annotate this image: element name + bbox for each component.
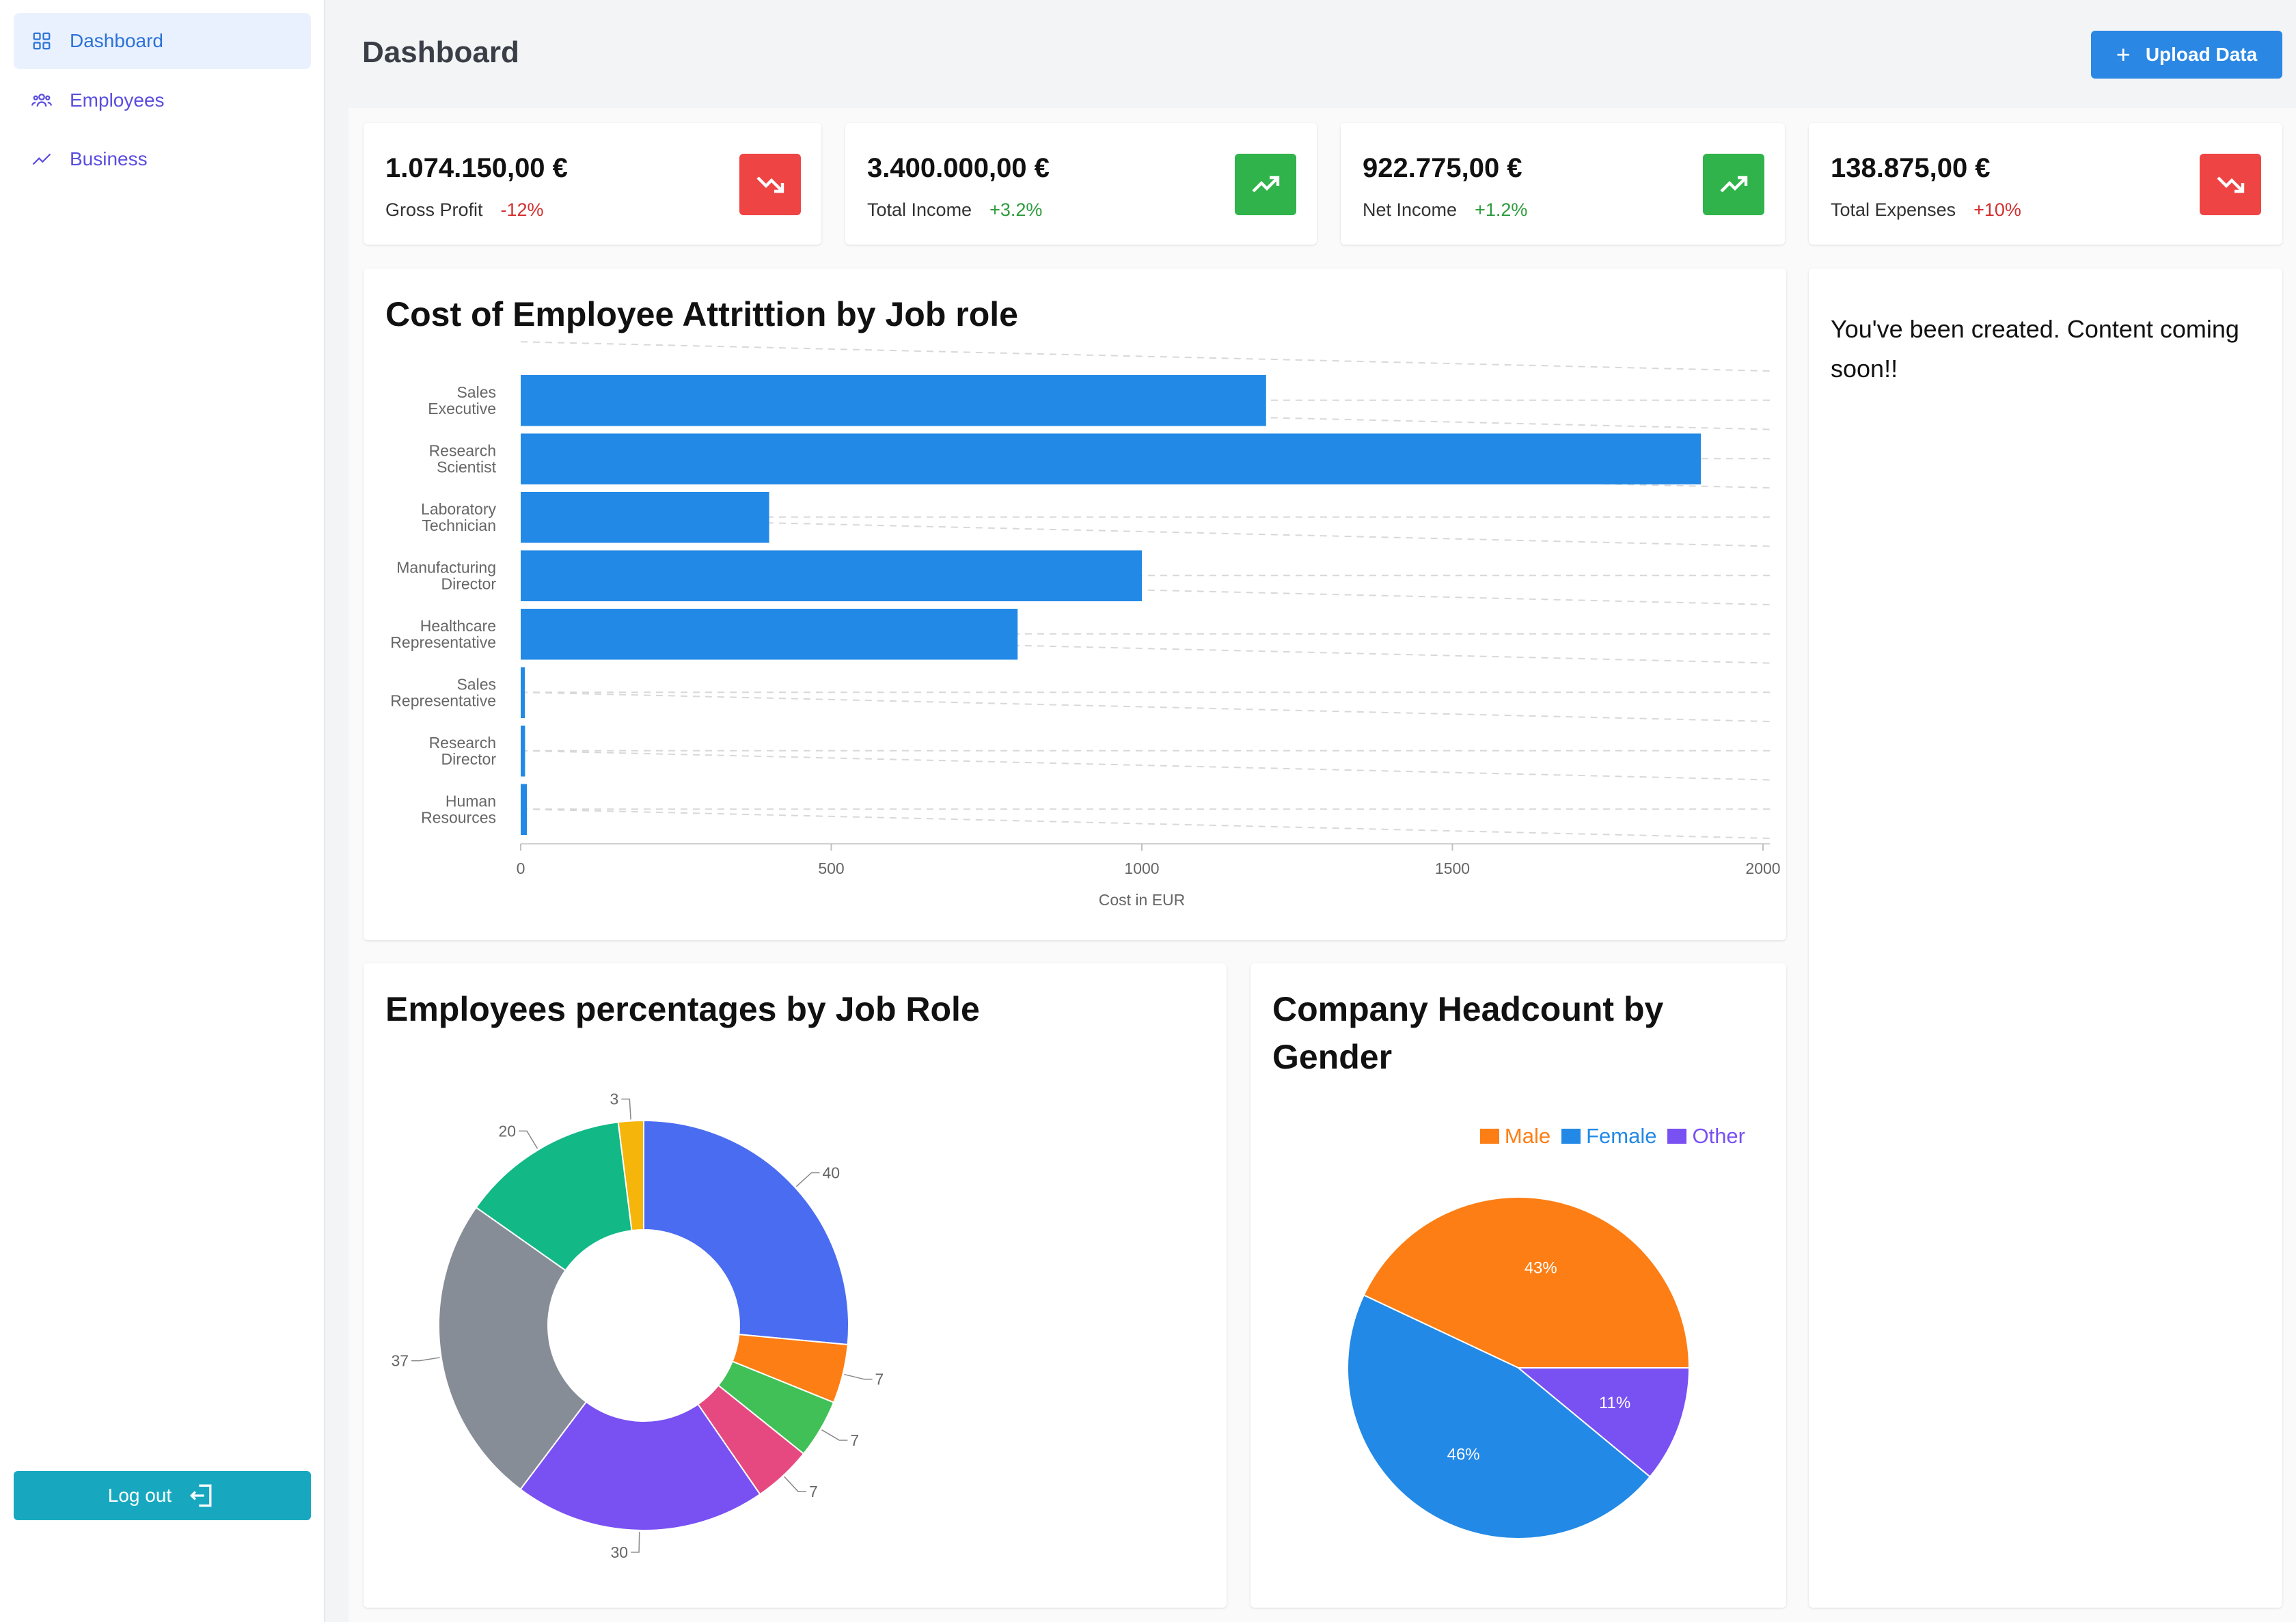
grid-line bbox=[520, 691, 1771, 722]
leader-line bbox=[411, 1357, 440, 1362]
category-label: Research Director bbox=[429, 734, 497, 768]
grid-line bbox=[520, 808, 1771, 839]
bar bbox=[521, 784, 528, 835]
stat-change: +3.2% bbox=[989, 200, 1043, 220]
donut-slice bbox=[643, 1119, 849, 1346]
bar bbox=[521, 726, 525, 777]
leader-line bbox=[621, 1098, 631, 1120]
category-label: Research Scientist bbox=[429, 441, 497, 476]
category-label: Sales Executive bbox=[428, 383, 496, 417]
slice-value-label: 40 bbox=[822, 1164, 840, 1181]
page-title: Dashboard bbox=[362, 36, 519, 69]
stat-card-total-expenses: 138.875,00 € Total Expenses +10% bbox=[1809, 123, 2282, 245]
category-label: Healthcare Representative bbox=[390, 617, 496, 651]
leader-line bbox=[519, 1130, 538, 1149]
x-tick-label: 0 bbox=[517, 860, 525, 877]
stat-change: +1.2% bbox=[1475, 200, 1528, 220]
users-icon bbox=[31, 90, 52, 111]
bar bbox=[521, 550, 1142, 601]
attrition-chart-card: Cost of Employee Attrittion by Job role … bbox=[364, 269, 1786, 940]
plus-icon: + bbox=[2116, 40, 2131, 68]
stat-value: 3.400.000,00 € bbox=[867, 153, 1050, 183]
leader-line bbox=[821, 1429, 848, 1441]
upload-data-label: Upload Data bbox=[2145, 44, 2258, 65]
grid-icon bbox=[31, 31, 52, 51]
leader-line bbox=[631, 1531, 640, 1553]
logout-icon bbox=[190, 1484, 212, 1507]
stat-value: 138.875,00 € bbox=[1831, 153, 1991, 183]
stat-card-total-income: 3.400.000,00 € Total Income +3.2% bbox=[845, 123, 1317, 245]
sidebar-item-business[interactable]: Business bbox=[14, 131, 311, 187]
leader-line bbox=[795, 1172, 820, 1187]
slice-percent-label: 46% bbox=[1447, 1446, 1480, 1464]
placeholder-card: You've been created. Content coming soon… bbox=[1809, 269, 2282, 1608]
upload-data-button[interactable]: + Upload Data bbox=[2091, 31, 2282, 79]
grid-line bbox=[520, 341, 1771, 372]
stat-change: -12% bbox=[500, 200, 544, 220]
sidebar-item-label: Employees bbox=[70, 90, 165, 111]
slice-value-label: 30 bbox=[610, 1543, 628, 1561]
bar bbox=[521, 433, 1702, 484]
logout-label: Log out bbox=[107, 1485, 172, 1506]
trend-down-icon bbox=[2200, 154, 2261, 215]
x-tick-label: 500 bbox=[818, 860, 844, 877]
jobrole-chart-card: Employees percentages by Job Role 40 7 7 7 3… bbox=[364, 963, 1424, 1608]
category-label: Human Resources bbox=[421, 792, 496, 826]
stat-value: 1.074.150,00 € bbox=[385, 153, 568, 183]
slice-percent-label: 11% bbox=[1599, 1394, 1630, 1412]
trend-down-icon bbox=[739, 154, 801, 215]
slice-value-label: 20 bbox=[498, 1122, 516, 1140]
slice-percent-label: 43% bbox=[1525, 1259, 1557, 1278]
sidebar-item-label: Dashboard bbox=[70, 30, 163, 51]
leader-line bbox=[784, 1476, 807, 1492]
stat-label: Net Income +1.2% bbox=[1363, 200, 1528, 220]
bar bbox=[521, 609, 1018, 660]
stat-card-gross-profit: 1.074.150,00 € Gross Profit -12% bbox=[364, 123, 821, 245]
x-tick-label: 1500 bbox=[1435, 860, 1470, 877]
sidebar: Dashboard Employees Business Log out bbox=[0, 0, 325, 1622]
grid-line bbox=[520, 750, 1771, 781]
category-label: Manufacturing Director bbox=[396, 558, 496, 592]
gender-chart-card: Company Headcount by Gender Male Female Ot… bbox=[1250, 963, 1786, 1608]
stat-label: Gross Profit -12% bbox=[385, 200, 544, 220]
stat-card-net-income: 922.775,00 € Net Income +1.2% bbox=[1341, 123, 1785, 245]
logout-button[interactable]: Log out bbox=[14, 1471, 311, 1520]
slice-value-label: 7 bbox=[875, 1371, 884, 1388]
x-tick-label: 1000 bbox=[1124, 860, 1159, 877]
x-axis-title: Cost in EUR bbox=[1099, 891, 1186, 909]
bar bbox=[521, 375, 1266, 426]
stat-label: Total Expenses +10% bbox=[1831, 200, 2021, 220]
gender-pie-chart: 43% 46% 11% bbox=[1347, 1196, 1691, 1539]
sidebar-item-employees[interactable]: Employees bbox=[14, 72, 311, 128]
bar bbox=[521, 492, 769, 543]
sidebar-item-label: Business bbox=[70, 148, 148, 169]
bar bbox=[521, 667, 525, 718]
placeholder-text: You've been created. Content coming soon… bbox=[1831, 315, 2239, 383]
trend-up-icon bbox=[1703, 154, 1764, 215]
category-label: Laboratory Technician bbox=[421, 500, 496, 534]
trend-up-icon bbox=[1235, 154, 1296, 215]
trend-line-icon bbox=[31, 149, 52, 169]
x-tick-label: 2000 bbox=[1745, 860, 1780, 877]
slice-value-label: 7 bbox=[850, 1431, 859, 1449]
category-label: Sales Representative bbox=[390, 675, 496, 709]
leader-line bbox=[844, 1373, 873, 1380]
jobrole-donut-chart: 40 7 7 7 30 37 20 3 bbox=[391, 1090, 884, 1561]
sidebar-item-dashboard[interactable]: Dashboard bbox=[14, 13, 311, 69]
slice-value-label: 37 bbox=[391, 1352, 409, 1370]
slice-value-label: 7 bbox=[809, 1483, 818, 1500]
stat-value: 922.775,00 € bbox=[1363, 153, 1522, 183]
stat-change: +10% bbox=[1973, 200, 2021, 220]
attrition-bar-chart: Sales Executive Research Scientist Laborator… bbox=[390, 341, 1781, 909]
stat-label: Total Income +3.2% bbox=[867, 200, 1043, 220]
slice-value-label: 3 bbox=[610, 1090, 618, 1108]
